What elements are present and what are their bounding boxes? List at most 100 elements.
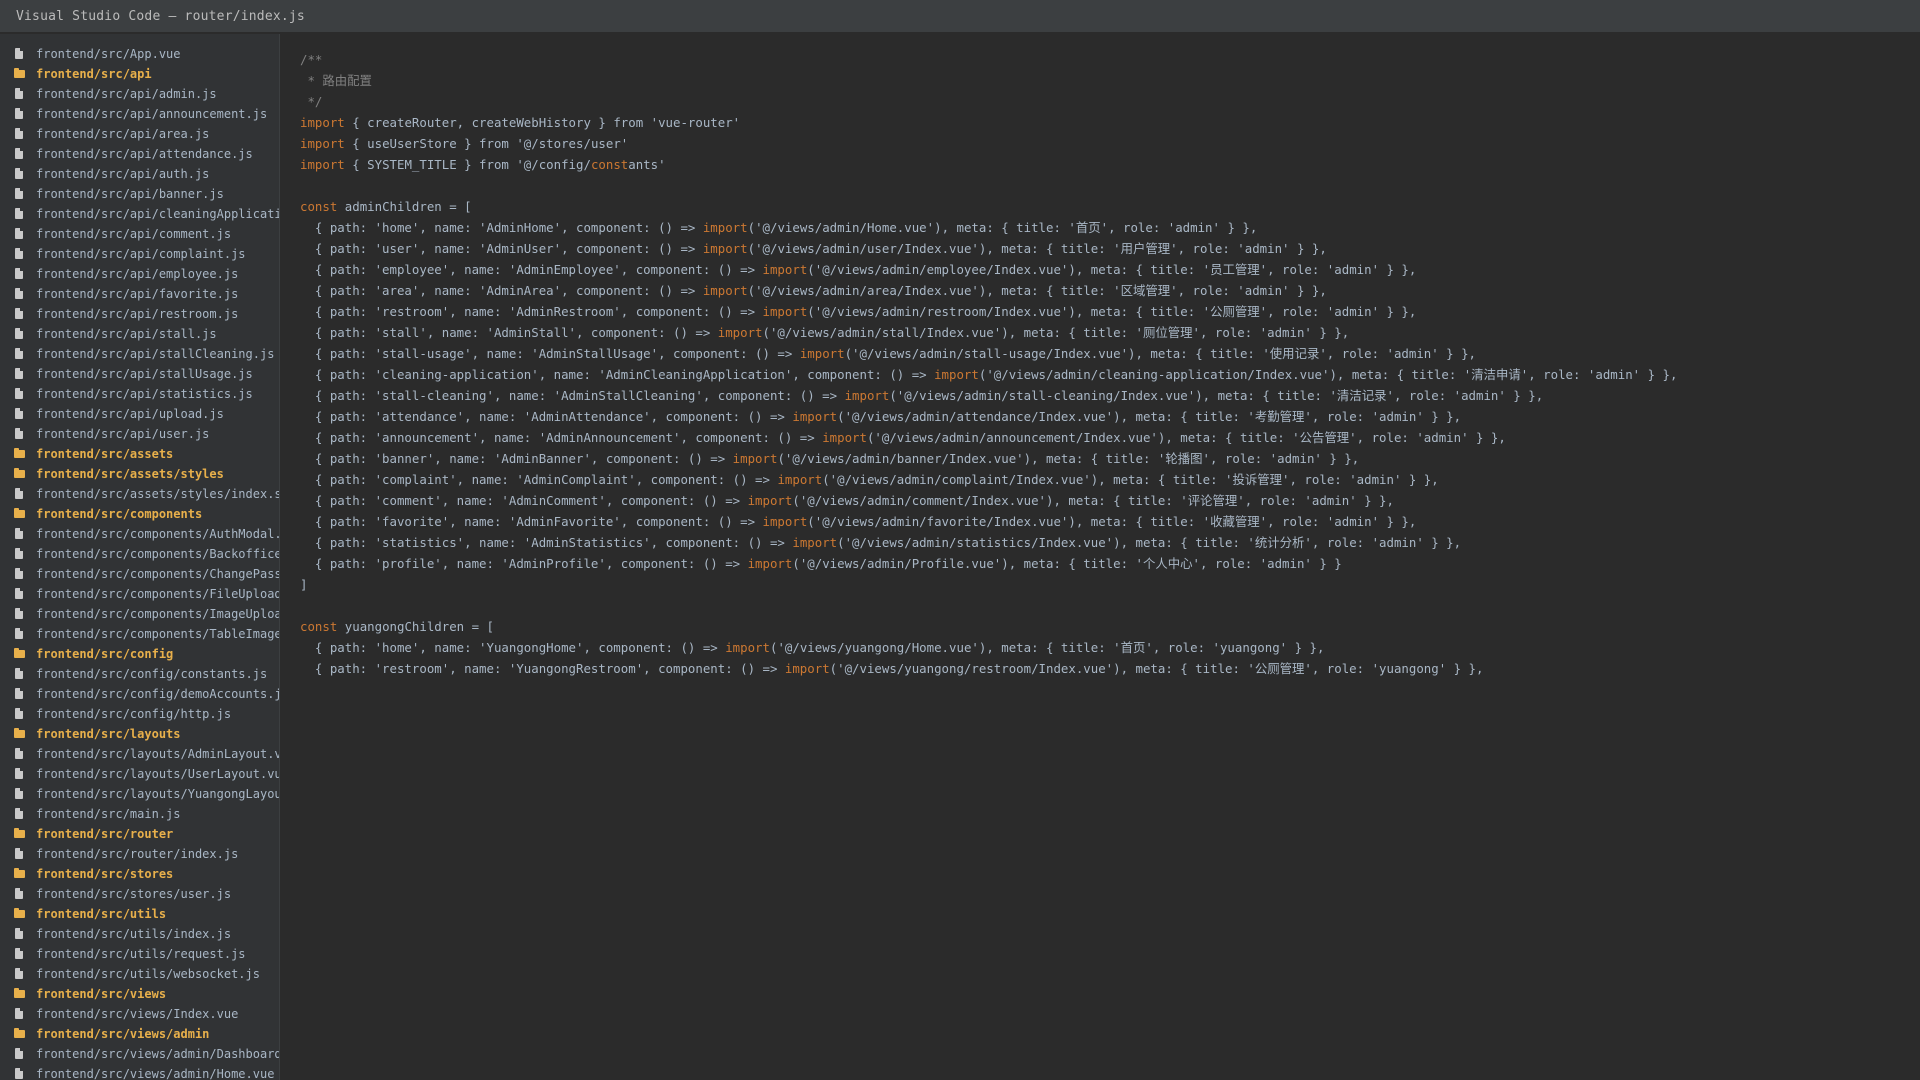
explorer-folder-item[interactable]: frontend/src/layouts	[0, 724, 279, 744]
explorer-file-item[interactable]: frontend/src/App.vue	[0, 44, 279, 64]
explorer-file-item[interactable]: frontend/src/api/comment.js	[0, 224, 279, 244]
code-keyword: import	[747, 493, 793, 508]
code-line: { path: 'restroom', name: 'YuangongRestr…	[300, 658, 1677, 679]
explorer-folder-item[interactable]: frontend/src/config	[0, 644, 279, 664]
explorer-file-item[interactable]: frontend/src/components/FileUpload	[0, 584, 279, 604]
explorer-folder-item[interactable]: frontend/src/assets/styles	[0, 464, 279, 484]
explorer-folder-item[interactable]: frontend/src/api	[0, 64, 279, 84]
explorer-file-item[interactable]: frontend/src/views/admin/Home.vue	[0, 1064, 279, 1080]
explorer-item-label: frontend/src/api/auth.js	[36, 167, 210, 181]
explorer-item-label: frontend/src/stores/user.js	[36, 887, 232, 901]
explorer-file-item[interactable]: frontend/src/api/employee.js	[0, 264, 279, 284]
folder-icon	[14, 908, 25, 918]
file-icon	[15, 848, 23, 859]
explorer-item-label: frontend/src/views/admin/Dashboard	[36, 1047, 279, 1061]
file-icon	[15, 268, 23, 279]
explorer-file-item[interactable]: frontend/src/assets/styles/index.s	[0, 484, 279, 504]
explorer-sidebar[interactable]: frontend/src/App.vue frontend/src/api fron…	[0, 34, 280, 1080]
explorer-folder-item[interactable]: frontend/src/router	[0, 824, 279, 844]
explorer-file-item[interactable]: frontend/src/api/announcement.js	[0, 104, 279, 124]
explorer-item-label: frontend/src/layouts/AdminLayout.v	[36, 747, 279, 761]
explorer-file-item[interactable]: frontend/src/components/TableImage	[0, 624, 279, 644]
explorer-file-item[interactable]: frontend/src/api/stallCleaning.js	[0, 344, 279, 364]
explorer-item-label: frontend/src/views/admin	[36, 1027, 210, 1041]
explorer-file-item[interactable]: frontend/src/config/constants.js	[0, 664, 279, 684]
window-title: Visual Studio Code — router/index.js	[16, 9, 305, 24]
explorer-file-item[interactable]: frontend/src/router/index.js	[0, 844, 279, 864]
explorer-file-item[interactable]: frontend/src/layouts/AdminLayout.v	[0, 744, 279, 764]
explorer-file-item[interactable]: frontend/src/config/http.js	[0, 704, 279, 724]
explorer-file-item[interactable]: frontend/src/api/cleaningApplicati	[0, 204, 279, 224]
explorer-file-item[interactable]: frontend/src/config/demoAccounts.j	[0, 684, 279, 704]
code-keyword: import	[300, 157, 345, 172]
file-icon	[15, 428, 23, 439]
explorer-file-item[interactable]: frontend/src/api/stallUsage.js	[0, 364, 279, 384]
code-keyword: import	[762, 514, 808, 529]
explorer-file-item[interactable]: frontend/src/utils/websocket.js	[0, 964, 279, 984]
explorer-file-item[interactable]: frontend/src/components/AuthModal.	[0, 524, 279, 544]
code-text: { path: 'favorite', name: 'AdminFavorite…	[300, 514, 763, 529]
explorer-folder-item[interactable]: frontend/src/components	[0, 504, 279, 524]
explorer-item-label: frontend/src/App.vue	[36, 47, 181, 61]
code-comment: /**	[300, 52, 323, 67]
explorer-file-item[interactable]: frontend/src/api/stall.js	[0, 324, 279, 344]
explorer-file-item[interactable]: frontend/src/api/area.js	[0, 124, 279, 144]
explorer-file-item[interactable]: frontend/src/components/ChangePass	[0, 564, 279, 584]
code-text: { path: 'home', name: 'YuangongHome', co…	[300, 640, 726, 655]
file-icon	[15, 368, 23, 379]
explorer-item-label: frontend/src/components/FileUpload	[36, 587, 279, 601]
explorer-item-label: frontend/src/api/upload.js	[36, 407, 224, 421]
explorer-file-item[interactable]: frontend/src/api/attendance.js	[0, 144, 279, 164]
explorer-folder-item[interactable]: frontend/src/assets	[0, 444, 279, 464]
explorer-item-label: frontend/src/components/ImageUploa	[36, 607, 279, 621]
explorer-file-item[interactable]: frontend/src/api/admin.js	[0, 84, 279, 104]
code-line: { path: 'stall-usage', name: 'AdminStall…	[300, 343, 1677, 364]
code-keyword: import	[702, 220, 748, 235]
code-text: { useUserStore } from '@/stores/user'	[344, 136, 629, 151]
explorer-file-item[interactable]: frontend/src/views/admin/Dashboard	[0, 1044, 279, 1064]
explorer-file-item[interactable]: frontend/src/main.js	[0, 804, 279, 824]
explorer-file-item[interactable]: frontend/src/utils/index.js	[0, 924, 279, 944]
explorer-file-item[interactable]: frontend/src/api/statistics.js	[0, 384, 279, 404]
explorer-file-item[interactable]: frontend/src/layouts/UserLayout.vu	[0, 764, 279, 784]
explorer-folder-item[interactable]: frontend/src/views	[0, 984, 279, 1004]
explorer-file-item[interactable]: frontend/src/api/complaint.js	[0, 244, 279, 264]
code-keyword: const	[300, 619, 338, 634]
file-icon	[15, 148, 23, 159]
explorer-file-item[interactable]: frontend/src/api/auth.js	[0, 164, 279, 184]
explorer-file-item[interactable]: frontend/src/api/user.js	[0, 424, 279, 444]
explorer-item-label: frontend/src/layouts	[36, 727, 181, 741]
explorer-folder-item[interactable]: frontend/src/views/admin	[0, 1024, 279, 1044]
folder-icon	[14, 648, 25, 658]
explorer-file-item[interactable]: frontend/src/stores/user.js	[0, 884, 279, 904]
explorer-file-item[interactable]: frontend/src/views/Index.vue	[0, 1004, 279, 1024]
folder-icon	[14, 468, 25, 478]
explorer-item-label: frontend/src/components/Backoffice	[36, 547, 279, 561]
explorer-file-item[interactable]: frontend/src/api/upload.js	[0, 404, 279, 424]
code-line: const adminChildren = [	[300, 196, 1677, 217]
code-text: { path: 'stall', name: 'AdminStall', com…	[300, 325, 718, 340]
explorer-item-label: frontend/src/api	[36, 67, 152, 81]
file-icon	[15, 388, 23, 399]
explorer-file-item[interactable]: frontend/src/components/ImageUploa	[0, 604, 279, 624]
explorer-item-label: frontend/src/config/http.js	[36, 707, 232, 721]
explorer-folder-item[interactable]: frontend/src/utils	[0, 904, 279, 924]
explorer-folder-item[interactable]: frontend/src/stores	[0, 864, 279, 884]
code-line: { path: 'attendance', name: 'AdminAttend…	[300, 406, 1677, 427]
explorer-file-item[interactable]: frontend/src/api/restroom.js	[0, 304, 279, 324]
explorer-file-item[interactable]: frontend/src/components/Backoffice	[0, 544, 279, 564]
folder-icon	[14, 1028, 25, 1038]
code-text: ('@/views/admin/comment/Index.vue'), met…	[792, 493, 1394, 508]
explorer-file-item[interactable]: frontend/src/api/banner.js	[0, 184, 279, 204]
file-icon	[15, 808, 23, 819]
code-line: { path: 'stall-cleaning', name: 'AdminSt…	[300, 385, 1677, 406]
code-line: { path: 'employee', name: 'AdminEmployee…	[300, 259, 1677, 280]
explorer-file-item[interactable]: frontend/src/utils/request.js	[0, 944, 279, 964]
explorer-file-item[interactable]: frontend/src/layouts/YuangongLayou	[0, 784, 279, 804]
code-line: { path: 'stall', name: 'AdminStall', com…	[300, 322, 1677, 343]
file-icon	[15, 568, 23, 579]
code-text: { createRouter, createWebHistory } from …	[344, 115, 741, 130]
code-editor[interactable]: /** * 路由配置 */ import { createRouter, crea…	[280, 34, 1920, 1080]
explorer-file-item[interactable]: frontend/src/api/favorite.js	[0, 284, 279, 304]
